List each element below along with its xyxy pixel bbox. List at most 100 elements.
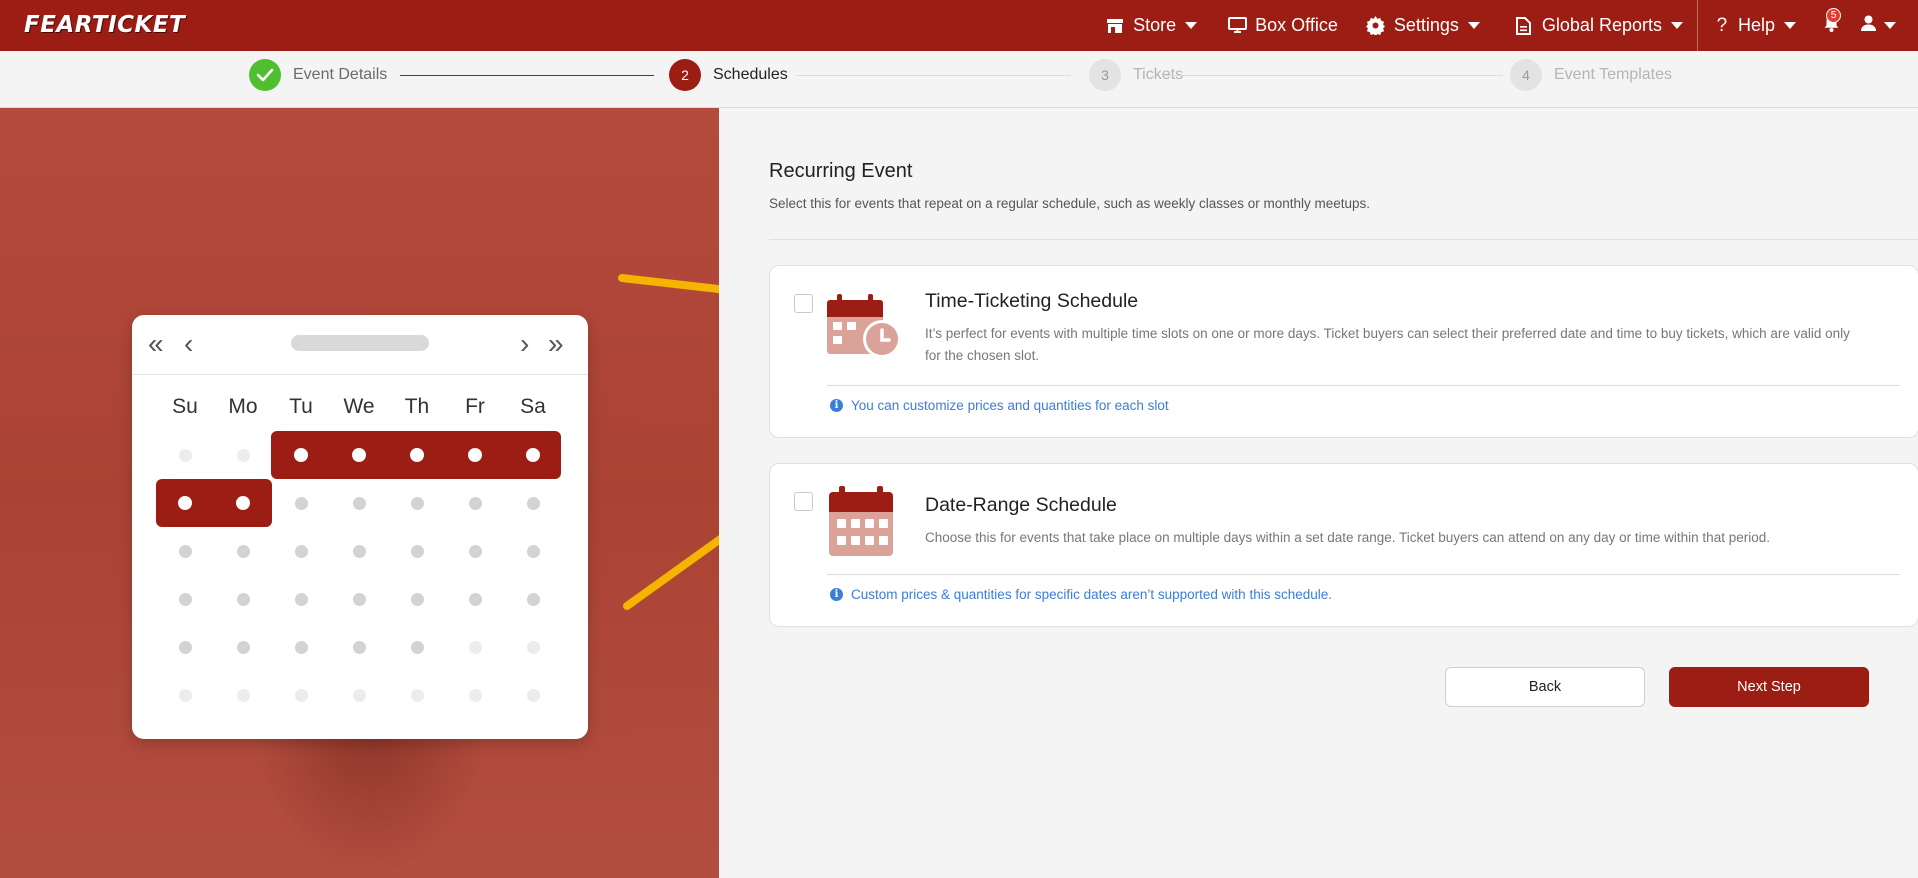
selected-day-dot: [294, 448, 308, 462]
day-dot: [294, 688, 308, 702]
nav-divider: [1696, 0, 1698, 51]
day-dot: [526, 496, 540, 510]
day-dot: [410, 496, 424, 510]
store-icon: [1105, 16, 1125, 36]
nav-store-label: Store: [1133, 15, 1177, 35]
weekday-label: Mo: [228, 395, 258, 418]
step-number: 2: [669, 59, 701, 91]
step-label: Schedules: [713, 66, 788, 83]
notification-badge: 5: [1826, 8, 1841, 23]
day-dot: [410, 688, 424, 702]
nav-global-reports-label: Global Reports: [1541, 15, 1662, 35]
chevron-down-icon: [1670, 22, 1683, 29]
day-dot: [294, 496, 308, 510]
step-event-details[interactable]: Event Details: [249, 59, 387, 91]
day-dot: [468, 640, 482, 654]
day-dot: [178, 688, 192, 702]
day-dot: [410, 640, 424, 654]
option-note-text: Custom prices & quantities for specific …: [851, 587, 1332, 602]
calendar-grid-icon: [827, 486, 895, 563]
nav-box-office[interactable]: Box Office: [1209, 0, 1350, 51]
day-dot: [178, 640, 192, 654]
option-note-text: You can customize prices and quantities …: [851, 398, 1169, 413]
user-menu[interactable]: [1849, 0, 1918, 51]
info-icon: i: [830, 399, 843, 412]
selected-day-dot: [410, 448, 424, 462]
info-icon: i: [830, 588, 843, 601]
date-range-checkbox[interactable]: [794, 492, 813, 511]
double-chevron-left-icon: «: [148, 328, 164, 359]
chevron-down-icon: [1884, 22, 1896, 29]
option-note: i Custom prices & quantities for specifi…: [830, 587, 1332, 602]
day-dot: [352, 544, 366, 558]
selected-day-dot: [526, 448, 540, 462]
time-ticketing-checkbox[interactable]: [794, 294, 813, 313]
month-placeholder-bar: [291, 335, 429, 351]
day-dot: [178, 592, 192, 606]
option-title: Date-Range Schedule: [925, 494, 1117, 516]
option-description: It’s perfect for events with multiple ti…: [925, 326, 1850, 363]
day-dot: [178, 544, 192, 558]
step-schedules[interactable]: 2 Schedules: [669, 59, 788, 91]
day-dot: [236, 688, 250, 702]
day-dot: [526, 544, 540, 558]
wizard-stepper: Event Details 2 Schedules 3 Tickets 4 Ev…: [0, 51, 1918, 108]
weekday-label: Th: [404, 395, 430, 418]
day-dot: [468, 496, 482, 510]
option-note: i You can customize prices and quantitie…: [830, 398, 1169, 413]
weekday-label: Sa: [520, 395, 546, 418]
nav-store[interactable]: Store: [1091, 0, 1209, 51]
step-label: Event Details: [293, 66, 388, 83]
chevron-right-icon: ›: [520, 328, 530, 359]
day-dot: [236, 448, 250, 462]
day-dot: [410, 544, 424, 558]
notifications-button[interactable]: 5: [1808, 0, 1849, 51]
step-event-templates[interactable]: 4 Event Templates: [1510, 59, 1672, 91]
step-connector: [400, 75, 654, 76]
day-dot: [294, 640, 308, 654]
section-title: Recurring Event: [769, 160, 913, 182]
day-dot: [294, 592, 308, 606]
question-icon: ?: [1716, 14, 1728, 36]
selected-range-week2: [156, 479, 272, 527]
schedule-options-panel: Recurring Event Select this for events t…: [719, 108, 1918, 878]
day-dot: [526, 640, 540, 654]
day-dot: [352, 592, 366, 606]
nav-global-reports[interactable]: Global Reports: [1492, 0, 1695, 51]
check-icon: [249, 59, 281, 91]
day-dot: [294, 544, 308, 558]
calendar-header: « ‹ › »: [132, 315, 588, 375]
step-label: Event Templates: [1554, 66, 1672, 83]
app-logo[interactable]: FEARTICKET: [24, 12, 185, 38]
main-nav: Store Box Office Settings Global Reports: [1091, 0, 1918, 51]
day-dot: [236, 592, 250, 606]
day-dot: [352, 640, 366, 654]
selected-day-dot: [178, 496, 192, 510]
weekday-label: Fr: [465, 395, 485, 418]
nav-settings-label: Settings: [1393, 15, 1459, 35]
day-dot: [236, 640, 250, 654]
day-dot: [468, 592, 482, 606]
day-dot: [352, 496, 366, 510]
calendar-clock-icon: [827, 294, 902, 365]
nav-settings[interactable]: Settings: [1350, 0, 1492, 51]
option-date-range[interactable]: Date-Range Schedule Choose this for even…: [769, 463, 1918, 627]
hero-illustration: « ‹ › » Su Mo Tu We Th Fr Sa: [0, 108, 719, 878]
weekday-label: Su: [172, 395, 198, 418]
step-number: 3: [1089, 59, 1121, 91]
option-time-ticketing[interactable]: Time-Ticketing Schedule It’s perfect for…: [769, 265, 1918, 438]
selected-day-dot: [352, 448, 366, 462]
day-dot: [468, 688, 482, 702]
next-step-button[interactable]: Next Step: [1669, 667, 1869, 707]
user-icon: [1861, 15, 1876, 36]
nav-help[interactable]: ? Help: [1700, 0, 1808, 51]
top-navbar: FEARTICKET Store Box Office Settings Glo…: [0, 0, 1918, 51]
divider: [827, 574, 1900, 575]
day-dot: [410, 592, 424, 606]
step-connector: [1165, 75, 1503, 76]
weekday-label: Tu: [289, 395, 313, 418]
chevron-down-icon: [1784, 22, 1796, 29]
nav-box-office-label: Box Office: [1255, 15, 1338, 35]
back-button[interactable]: Back: [1445, 667, 1645, 707]
selected-day-dot: [236, 496, 250, 510]
